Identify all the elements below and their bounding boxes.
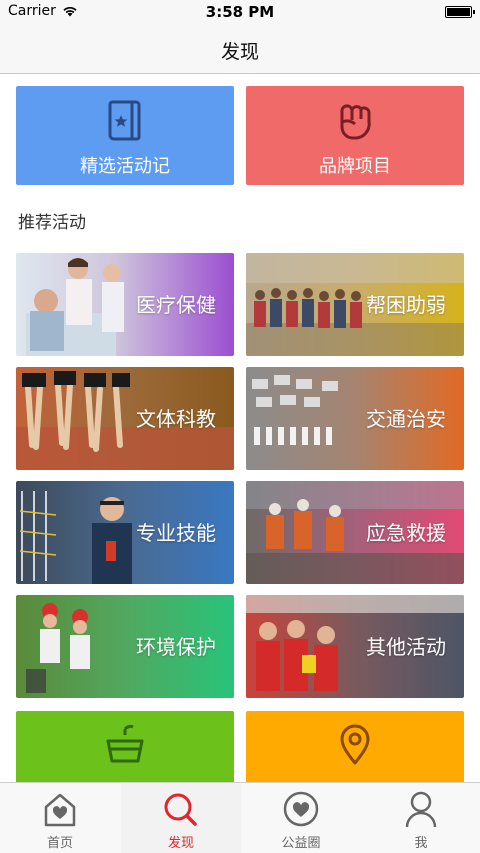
category-medical-care[interactable]: 医疗保健	[16, 253, 234, 356]
category-traffic-security[interactable]: 交通治安	[246, 367, 464, 470]
category-label: 应急救援	[366, 521, 446, 545]
raised-fist-icon	[340, 104, 371, 140]
person-icon	[405, 791, 437, 828]
featured-activity-records-label: 精选活动记	[80, 156, 170, 177]
category-label: 环境保护	[136, 635, 216, 659]
category-label: 交通治安	[366, 407, 446, 431]
category-label: 专业技能	[136, 521, 216, 545]
category-label: 其他活动	[366, 635, 446, 659]
category-tile-location[interactable]	[246, 711, 464, 782]
location-pin-icon	[340, 724, 370, 765]
status-time: 3:58 PM	[205, 3, 275, 21]
category-label: 帮困助弱	[366, 293, 446, 317]
battery-icon	[445, 6, 475, 18]
tab-label: 我	[414, 836, 428, 851]
search-icon	[164, 793, 197, 826]
page-title: 发现	[220, 41, 259, 63]
tab-label: 公益圈	[281, 836, 321, 851]
section-title: 推荐活动	[18, 213, 86, 233]
brand-projects-button[interactable]: 品牌项目	[246, 86, 464, 185]
tab-home[interactable]: 首页	[0, 783, 120, 853]
category-other-activities[interactable]: 其他活动	[246, 595, 464, 698]
category-label: 文体科教	[136, 407, 216, 431]
brand-projects-label: 品牌项目	[319, 156, 391, 177]
featured-activity-records-button[interactable]: 精选活动记	[16, 86, 234, 185]
category-environmental-protection[interactable]: 环境保护	[16, 595, 234, 698]
heart-circle-icon	[283, 791, 319, 827]
navigation-bar: 发现	[0, 24, 480, 74]
tab-discover[interactable]: 发现	[121, 783, 241, 853]
tab-charity-circle[interactable]: 公益圈	[241, 783, 361, 853]
home-heart-icon	[44, 793, 76, 827]
category-professional-skills[interactable]: 专业技能	[16, 481, 234, 584]
status-bar: Carrier 3:58 PM	[0, 0, 480, 24]
book-star-icon	[108, 100, 141, 141]
category-culture-sports-education[interactable]: 文体科教	[16, 367, 234, 470]
tab-label: 首页	[46, 836, 73, 851]
tab-me[interactable]: 我	[361, 783, 480, 853]
category-label: 医疗保健	[136, 293, 216, 317]
category-tile-basket[interactable]	[16, 711, 234, 782]
tab-bar: 首页 发现 公益圈 我	[0, 782, 480, 853]
discover-content[interactable]: 精选活动记 品牌项目 推荐活动 医疗保健 帮困助弱 文体科教 交通治安 专业技能…	[0, 75, 480, 782]
category-poverty-aid[interactable]: 帮困助弱	[246, 253, 464, 356]
basket-icon	[106, 724, 144, 763]
category-emergency-rescue[interactable]: 应急救援	[246, 481, 464, 584]
tab-label: 发现	[167, 836, 194, 851]
